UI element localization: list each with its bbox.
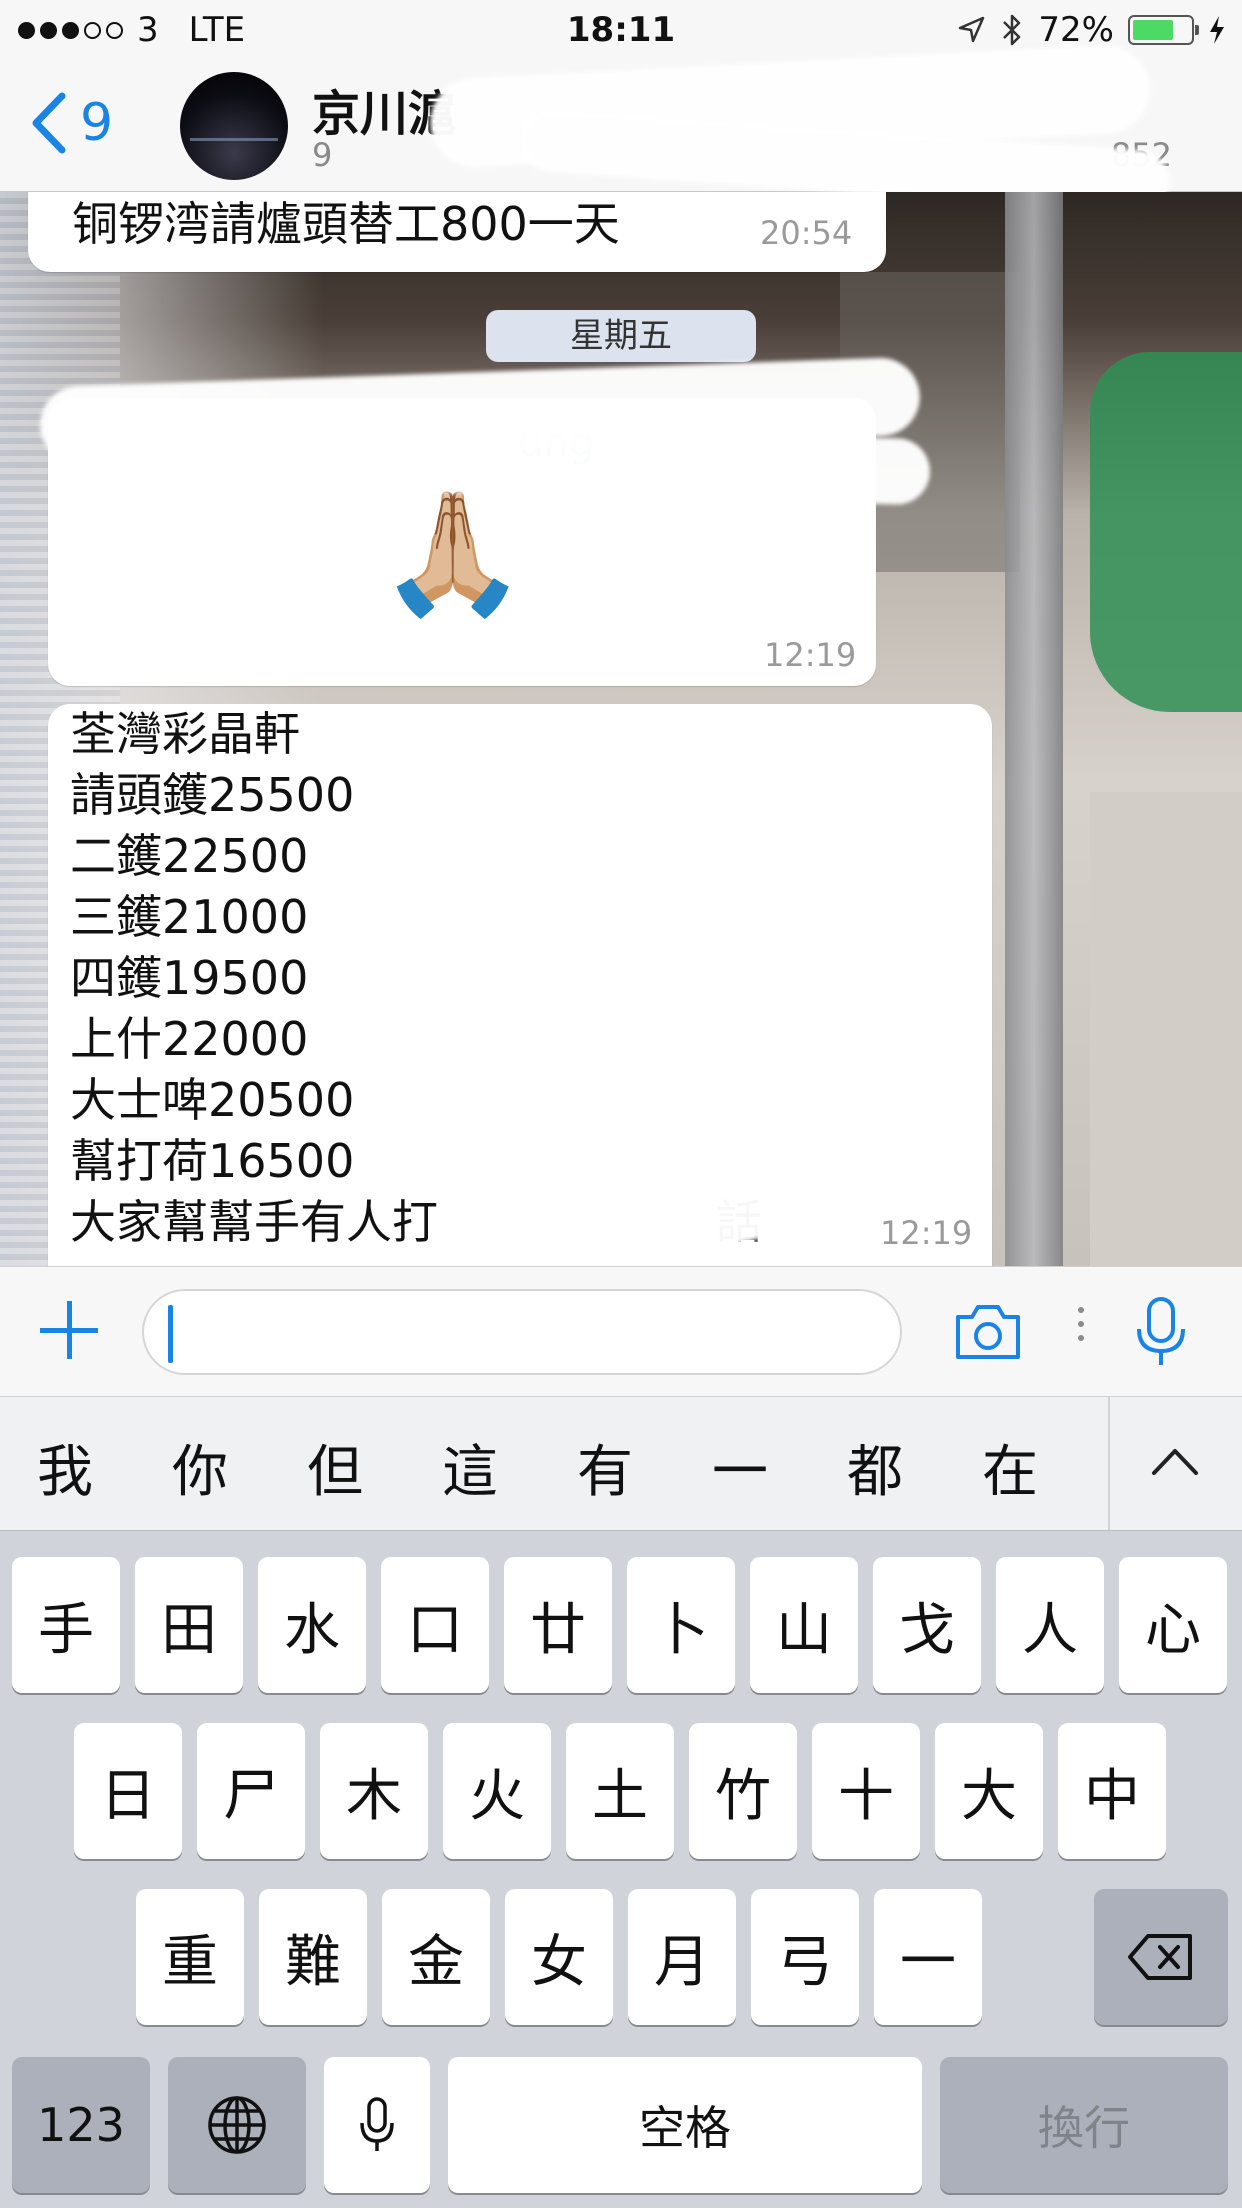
date-separator: 星期五 <box>486 310 756 362</box>
key[interactable]: 田 <box>135 1557 243 1693</box>
message-input[interactable] <box>142 1289 902 1375</box>
key[interactable]: 尸 <box>197 1723 305 1859</box>
camera-icon[interactable] <box>952 1299 1024 1363</box>
key[interactable]: 手 <box>12 1557 120 1693</box>
unread-count: 9 <box>80 93 114 153</box>
key[interactable]: 火 <box>443 1723 551 1859</box>
message-time: 12:19 <box>880 1214 973 1252</box>
key[interactable]: 一 <box>874 1889 982 2025</box>
globe-key[interactable] <box>168 2057 306 2193</box>
battery-percent: 72% <box>1038 10 1114 50</box>
key[interactable]: 中 <box>1058 1723 1166 1859</box>
key[interactable]: 山 <box>750 1557 858 1693</box>
key[interactable]: 口 <box>381 1557 489 1693</box>
microphone-icon <box>360 2097 394 2151</box>
key[interactable]: 竹 <box>689 1723 797 1859</box>
key[interactable]: 戈 <box>873 1557 981 1693</box>
message-text: 铜锣湾請爐頭替工800一天 <box>72 197 620 251</box>
key[interactable]: 木 <box>320 1723 428 1859</box>
numbers-key[interactable]: 123 <box>12 2057 150 2193</box>
key[interactable]: 金 <box>382 1889 490 2025</box>
message-time: 20:54 <box>760 214 853 252</box>
charging-bolt-icon <box>1210 16 1224 44</box>
dictation-key[interactable] <box>324 2057 430 2193</box>
chat-header: 9 京川滬 9 852 <box>0 43 1242 215</box>
message-bubble[interactable]: 铜锣湾請爐頭替工800一天 20:54 <box>28 192 886 272</box>
key[interactable]: 水 <box>258 1557 366 1693</box>
key[interactable]: 十 <box>812 1723 920 1859</box>
add-attachment-button[interactable] <box>38 1299 102 1363</box>
key[interactable]: 重 <box>136 1889 244 2025</box>
candidate-word[interactable]: 你 <box>145 1427 255 1508</box>
key[interactable]: 人 <box>996 1557 1104 1693</box>
microphone-icon[interactable] <box>1130 1295 1192 1369</box>
chat-thread[interactable]: 铜锣湾請爐頭替工800一天 20:54 星期五 ung 🙏🏼 12:19 荃灣彩… <box>0 192 1242 1266</box>
keyboard: 手 田 水 口 廿 卜 山 戈 人 心 日 尸 木 火 土 竹 十 大 中 重 … <box>0 1530 1242 2208</box>
candidate-divider <box>1108 1397 1110 1531</box>
chevron-left-icon <box>32 92 66 154</box>
message-emoji: 🙏🏼 <box>378 484 528 623</box>
key[interactable]: 月 <box>628 1889 736 2025</box>
candidate-word[interactable]: 有 <box>550 1427 660 1508</box>
composer-bar <box>0 1266 1242 1396</box>
key[interactable]: 女 <box>505 1889 613 2025</box>
candidate-word[interactable]: 在 <box>955 1427 1065 1508</box>
message-time: 12:19 <box>764 636 857 674</box>
key[interactable]: 大 <box>935 1723 1043 1859</box>
message-text: 荃灣彩晶軒 請頭鑊25500 二鑊22500 三鑊21000 四鑊19500 上… <box>70 707 438 1249</box>
battery-icon <box>1128 15 1199 45</box>
back-button[interactable]: 9 <box>30 92 113 154</box>
delete-key[interactable] <box>1094 1889 1228 2025</box>
space-key[interactable]: 空格 <box>448 2057 922 2193</box>
status-right: 72% <box>956 10 1226 50</box>
backspace-icon <box>1128 1934 1192 1980</box>
key[interactable]: 心 <box>1119 1557 1227 1693</box>
wallpaper-pole <box>1005 192 1063 1266</box>
chevron-up-icon[interactable] <box>1140 1433 1210 1493</box>
candidate-word[interactable]: 這 <box>415 1427 525 1508</box>
key[interactable]: 弓 <box>751 1889 859 2025</box>
more-dots-icon <box>1078 1307 1086 1341</box>
candidate-word[interactable]: 一 <box>685 1427 795 1508</box>
candidate-word[interactable]: 都 <box>820 1427 930 1508</box>
subtitle-left: 9 <box>312 136 333 174</box>
key[interactable]: 日 <box>74 1723 182 1859</box>
key[interactable]: 難 <box>259 1889 367 2025</box>
globe-icon <box>208 2096 266 2154</box>
bluetooth-icon <box>1003 14 1021 46</box>
ime-candidate-bar: 我 你 但 這 有 一 都 在 <box>0 1396 1242 1531</box>
key[interactable]: 廿 <box>504 1557 612 1693</box>
key[interactable]: 卜 <box>627 1557 735 1693</box>
wallpaper-wall <box>1090 792 1242 1266</box>
candidate-word[interactable]: 我 <box>10 1427 120 1508</box>
text-cursor <box>168 1305 173 1363</box>
return-key[interactable]: 換行 <box>940 2057 1228 2193</box>
key[interactable]: 土 <box>566 1723 674 1859</box>
wallpaper-tarp <box>1090 352 1242 712</box>
candidate-word[interactable]: 但 <box>280 1427 390 1508</box>
contact-avatar[interactable] <box>180 72 288 180</box>
location-arrow-icon <box>959 16 985 43</box>
